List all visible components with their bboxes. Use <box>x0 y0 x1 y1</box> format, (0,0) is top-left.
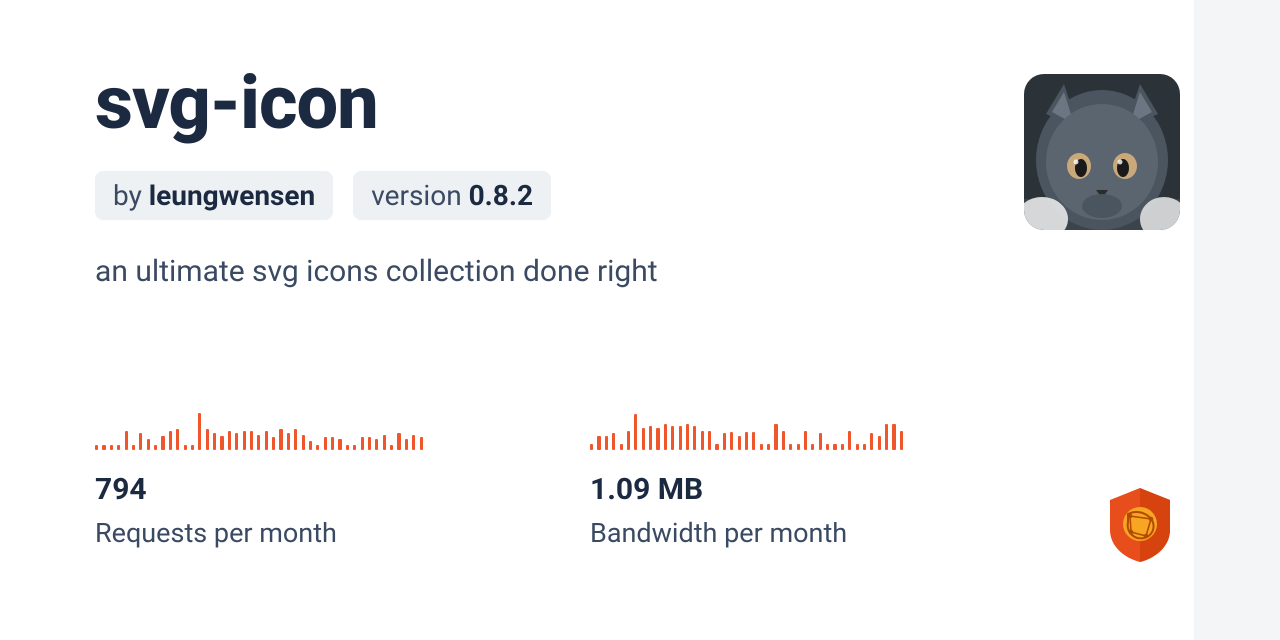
package-header: svg-icon by leungwensen version 0.8.2 an… <box>95 60 1185 289</box>
version-value: 0.8.2 <box>469 179 533 212</box>
requests-sparkline <box>95 408 440 450</box>
bandwidth-value: 1.09 MB <box>590 472 935 507</box>
cat-avatar-icon <box>1024 74 1180 230</box>
author-chip[interactable]: by leungwensen <box>95 171 333 220</box>
version-chip: version 0.8.2 <box>353 171 551 220</box>
package-title: svg-icon <box>95 60 1185 147</box>
jsdelivr-badge-icon <box>1106 486 1174 564</box>
bandwidth-stat: 1.09 MB Bandwidth per month <box>590 408 935 549</box>
avatar[interactable] <box>1024 74 1180 230</box>
requests-label: Requests per month <box>95 517 440 549</box>
side-strip <box>1194 0 1280 640</box>
requests-stat: 794 Requests per month <box>95 408 440 549</box>
bandwidth-label: Bandwidth per month <box>590 517 935 549</box>
requests-value: 794 <box>95 472 440 507</box>
author-name: leungwensen <box>149 179 315 212</box>
meta-row: by leungwensen version 0.8.2 <box>95 171 1185 220</box>
by-label: by <box>113 179 149 212</box>
package-description: an ultimate svg icons collection done ri… <box>95 254 1185 289</box>
stats-row: 794 Requests per month 1.09 MB Bandwidth… <box>95 408 935 549</box>
bandwidth-sparkline <box>590 408 935 450</box>
version-label: version <box>371 179 468 212</box>
